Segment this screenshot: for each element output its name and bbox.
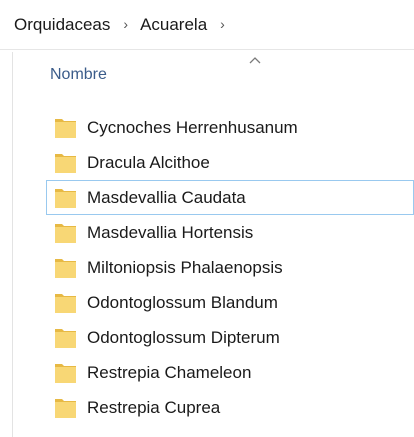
folder-name: Odontoglossum Blandum bbox=[87, 292, 278, 312]
folder-icon bbox=[55, 293, 76, 313]
chevron-up-icon bbox=[249, 57, 261, 64]
folder-icon bbox=[55, 188, 76, 208]
folder-item[interactable]: Restrepia Chameleon bbox=[46, 355, 414, 390]
navigation-pane-divider bbox=[12, 52, 13, 437]
folder-item[interactable]: Odontoglossum Dipterum bbox=[46, 320, 414, 355]
address-bar[interactable]: Orquidaceas › Acuarela › bbox=[0, 0, 414, 50]
folder-name: Restrepia Cuprea bbox=[87, 397, 221, 417]
folder-name: Dracula Alcithoe bbox=[87, 152, 210, 172]
column-header-label: Nombre bbox=[50, 66, 107, 83]
breadcrumb-item-orquidaceas[interactable]: Orquidaceas bbox=[14, 15, 110, 35]
folder-icon bbox=[55, 363, 76, 383]
folder-item[interactable]: Dracula Alcithoe bbox=[46, 145, 414, 180]
file-explorer-window: Orquidaceas › Acuarela › Nombre Cycnoche… bbox=[0, 0, 414, 437]
folder-item[interactable]: Miltoniopsis Phalaenopsis bbox=[46, 250, 414, 285]
folder-icon bbox=[55, 223, 76, 243]
file-list: Cycnoches Herrenhusanum Dracula Alcithoe M… bbox=[46, 110, 414, 425]
folder-item[interactable]: Masdevallia Hortensis bbox=[46, 215, 414, 250]
breadcrumb: Orquidaceas › Acuarela › bbox=[14, 15, 237, 35]
folder-name: Odontoglossum Dipterum bbox=[87, 327, 280, 347]
folder-name: Miltoniopsis Phalaenopsis bbox=[87, 257, 283, 277]
folder-item[interactable]: Odontoglossum Blandum bbox=[46, 285, 414, 320]
folder-icon bbox=[55, 398, 76, 418]
breadcrumb-separator-icon[interactable]: › bbox=[123, 16, 128, 32]
column-header-name[interactable]: Nombre bbox=[40, 52, 414, 98]
folder-icon bbox=[55, 258, 76, 278]
folder-icon bbox=[55, 118, 76, 138]
folder-name: Restrepia Chameleon bbox=[87, 362, 252, 382]
folder-name: Cycnoches Herrenhusanum bbox=[87, 117, 298, 137]
folder-name: Masdevallia Caudata bbox=[87, 187, 246, 207]
folder-item[interactable]: Masdevallia Caudata bbox=[46, 180, 414, 215]
folder-icon bbox=[55, 153, 76, 173]
folder-item[interactable]: Cycnoches Herrenhusanum bbox=[46, 110, 414, 145]
breadcrumb-item-acuarela[interactable]: Acuarela bbox=[140, 15, 207, 35]
folder-icon bbox=[55, 328, 76, 348]
folder-name: Masdevallia Hortensis bbox=[87, 222, 254, 242]
breadcrumb-separator-icon[interactable]: › bbox=[220, 16, 225, 32]
folder-item[interactable]: Restrepia Cuprea bbox=[46, 390, 414, 425]
